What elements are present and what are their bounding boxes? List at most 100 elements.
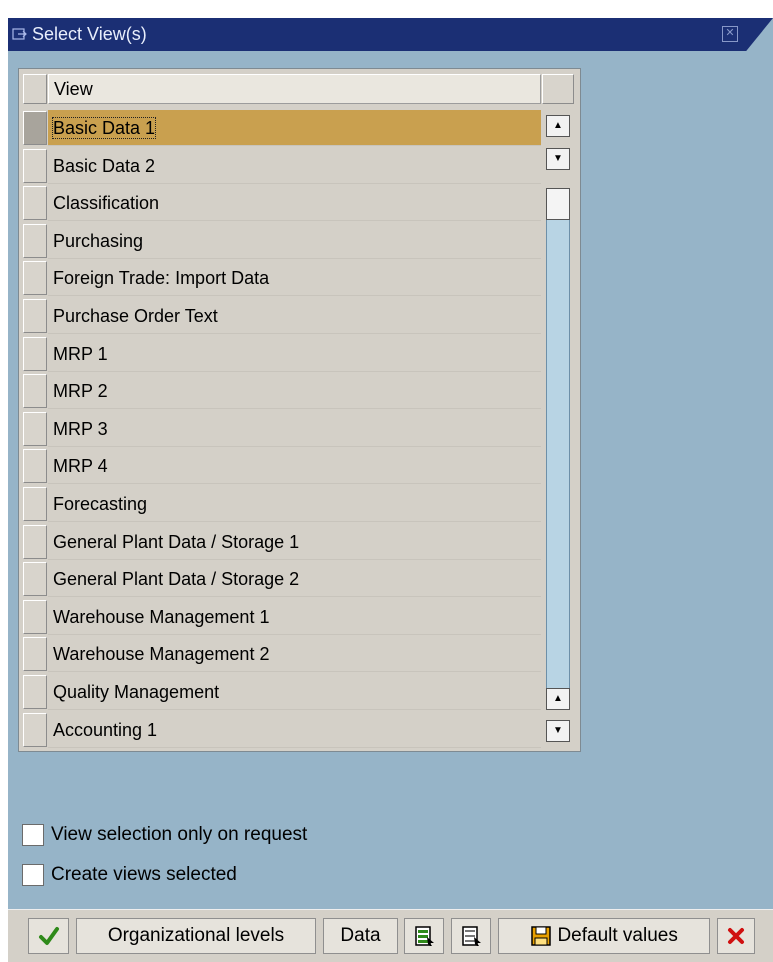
view-label: Foreign Trade: Import Data	[53, 268, 270, 289]
view-label: MRP 1	[53, 343, 108, 364]
view-cell[interactable]: Quality Management	[48, 674, 541, 710]
close-icon[interactable]: ✕	[722, 26, 738, 42]
view-cell[interactable]: Accounting 1	[48, 712, 541, 748]
view-cell[interactable]: Purchase Order Text	[48, 298, 541, 334]
select-all-button[interactable]	[404, 918, 444, 954]
view-cell[interactable]: MRP 4	[48, 448, 541, 485]
view-selection-checkbox[interactable]	[22, 824, 44, 846]
organizational-levels-button[interactable]: Organizational levels	[76, 918, 316, 954]
column-header-view[interactable]: View	[48, 74, 541, 104]
scroll-track[interactable]	[546, 188, 570, 690]
row-selector-button[interactable]	[23, 223, 47, 258]
table-header: View	[19, 69, 580, 107]
row-selector-button[interactable]	[23, 562, 47, 597]
dialog-titlebar: Select View(s) ✕	[8, 18, 773, 51]
table-row[interactable]: MRP 1	[19, 335, 541, 373]
row-selector-button[interactable]	[23, 261, 47, 296]
scroll-up-button[interactable]: ▲	[546, 115, 570, 137]
table-row[interactable]: MRP 3	[19, 410, 541, 448]
view-cell[interactable]: MRP 2	[48, 373, 541, 410]
row-selector-button[interactable]	[23, 637, 47, 672]
deselect-all-button[interactable]	[451, 918, 491, 954]
default-values-button[interactable]: Default values	[498, 918, 710, 954]
row-selector-button[interactable]	[23, 486, 47, 521]
view-cell[interactable]: Purchasing	[48, 223, 541, 259]
view-selection-label: View selection only on request	[51, 824, 308, 845]
table-row[interactable]: MRP 2	[19, 372, 541, 410]
table-row[interactable]: Accounting 1	[19, 711, 541, 749]
view-cell[interactable]: MRP 3	[48, 411, 541, 447]
view-label: Warehouse Management 2	[53, 644, 270, 665]
view-cell[interactable]: Warehouse Management 2	[48, 636, 541, 673]
table-row[interactable]: Foreign Trade: Import Data	[19, 259, 541, 297]
scroll-thumb[interactable]	[546, 188, 570, 220]
view-label: Basic Data 1	[51, 117, 157, 139]
view-label: MRP 3	[53, 418, 108, 439]
table-row[interactable]: MRP 4	[19, 447, 541, 485]
select-all-icon	[415, 926, 434, 946]
table-row[interactable]: Basic Data 1	[19, 109, 541, 147]
view-label: Accounting 1	[53, 719, 158, 740]
table-row[interactable]: General Plant Data / Storage 1	[19, 523, 541, 561]
table-row[interactable]: Purchasing	[19, 222, 541, 260]
row-selector-button[interactable]	[23, 148, 47, 183]
view-label: Basic Data 2	[53, 155, 156, 176]
table-rows: Basic Data 1 Basic Data 2 Classification Pu…	[19, 109, 541, 748]
create-views-checkbox[interactable]	[22, 864, 44, 886]
row-selector-button[interactable]	[23, 111, 47, 145]
row-selector-button[interactable]	[23, 524, 47, 559]
deselect-all-icon	[462, 926, 481, 946]
row-selector-button[interactable]	[23, 411, 47, 446]
view-cell[interactable]: Forecasting	[48, 486, 541, 522]
select-views-dialog: Select View(s) ✕ View Basic Data 1 Basic …	[8, 18, 773, 962]
row-selector-button[interactable]	[23, 712, 47, 747]
dialog-title: Select View(s)	[32, 24, 147, 44]
data-button[interactable]: Data	[323, 918, 398, 954]
view-cell[interactable]: MRP 1	[48, 336, 541, 372]
table-row[interactable]: Quality Management	[19, 673, 541, 711]
row-selector-button[interactable]	[23, 674, 47, 709]
scroll-down-button[interactable]: ▼	[546, 148, 570, 170]
table-row[interactable]: Warehouse Management 2	[19, 635, 541, 673]
view-cell[interactable]: General Plant Data / Storage 2	[48, 561, 541, 598]
views-table: View Basic Data 1 Basic Data 2 Classificat…	[18, 68, 581, 752]
view-cell[interactable]: Basic Data 1	[48, 110, 541, 146]
cancel-button[interactable]	[717, 918, 755, 954]
view-cell[interactable]: Basic Data 2	[48, 148, 541, 184]
row-selector-button[interactable]	[23, 374, 47, 409]
view-label: General Plant Data / Storage 2	[53, 569, 300, 590]
confirm-button[interactable]	[28, 918, 69, 954]
view-cell[interactable]: Warehouse Management 1	[48, 599, 541, 635]
view-label: General Plant Data / Storage 1	[53, 531, 300, 552]
table-row[interactable]: Basic Data 2	[19, 147, 541, 185]
table-row[interactable]: Classification	[19, 184, 541, 222]
view-cell[interactable]: Foreign Trade: Import Data	[48, 260, 541, 297]
view-label: Warehouse Management 1	[53, 606, 270, 627]
table-row[interactable]: Purchase Order Text	[19, 297, 541, 335]
window-icon	[12, 28, 27, 40]
dialog-toolbar: Organizational levels Data Default value…	[8, 909, 773, 962]
view-label: MRP 4	[53, 456, 108, 477]
view-label: Classification	[53, 193, 160, 214]
scroll-page-up-button[interactable]: ▲	[546, 688, 570, 710]
cancel-icon	[728, 927, 744, 944]
row-selector-button[interactable]	[23, 186, 47, 221]
table-row[interactable]: Warehouse Management 1	[19, 598, 541, 636]
column-settings-button[interactable]	[542, 74, 574, 104]
view-label: Purchase Order Text	[53, 305, 218, 326]
view-cell[interactable]: General Plant Data / Storage 1	[48, 524, 541, 560]
view-label: Purchasing	[53, 230, 144, 251]
row-selector-button[interactable]	[23, 449, 47, 484]
table-row[interactable]: General Plant Data / Storage 2	[19, 560, 541, 598]
row-selector-button[interactable]	[23, 599, 47, 634]
default-values-label: Default values	[557, 925, 678, 946]
table-row[interactable]: Forecasting	[19, 485, 541, 523]
view-label: Forecasting	[53, 493, 148, 514]
create-views-label: Create views selected	[51, 864, 237, 885]
scroll-page-down-button[interactable]: ▼	[546, 720, 570, 742]
vertical-scrollbar[interactable]: ▲ ▼ ▲ ▼	[544, 110, 573, 745]
view-cell[interactable]: Classification	[48, 185, 541, 222]
row-selector-button[interactable]	[23, 336, 47, 371]
select-all-rows-button[interactable]	[23, 74, 47, 104]
row-selector-button[interactable]	[23, 298, 47, 333]
